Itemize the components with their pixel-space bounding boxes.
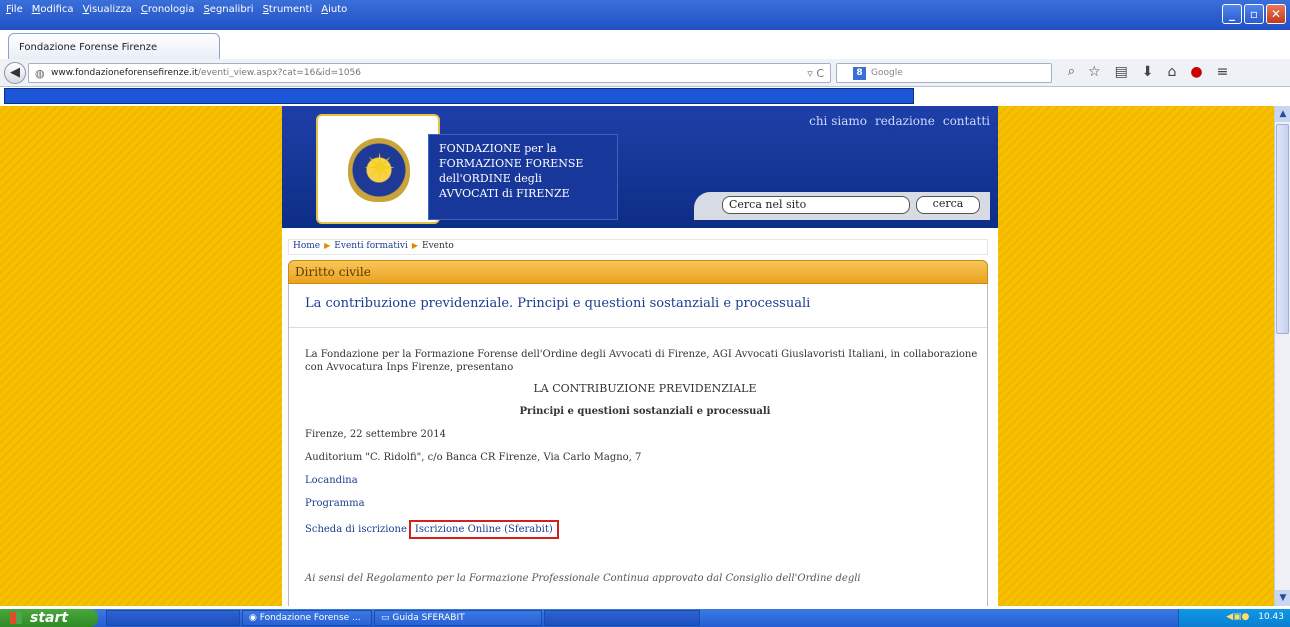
firefox-icon: ◉ (249, 613, 260, 623)
magnifier-icon[interactable]: ⌕ (1068, 64, 1075, 79)
foundation-name: FONDAZIONE per la FORMAZIONE FORENSE del… (428, 134, 618, 220)
event-body: La Fondazione per la Formazione Forense … (305, 348, 985, 549)
url-text: www.fondazioneforensefirenze.it/eventi_v… (51, 68, 362, 78)
start-label: start (30, 610, 69, 626)
taskbar: start ◉ Fondazione Forense ... ▭ Guida S… (0, 609, 1290, 627)
home-icon[interactable]: ⌂ (1168, 64, 1177, 80)
event-title: La contribuzione previdenziale. Principi… (305, 296, 811, 311)
adblock-icon[interactable]: ● (1190, 64, 1202, 80)
google-icon: 8 (853, 67, 866, 80)
windows-flag-icon (10, 612, 22, 624)
reload-icon[interactable]: ▿ C (807, 67, 824, 80)
window-controls: _ ▫ ✕ (1222, 4, 1286, 24)
site-search-input[interactable]: Cerca nel sito (722, 196, 910, 214)
nav-contatti[interactable]: contatti (943, 114, 990, 128)
scroll-up-icon[interactable]: ▲ (1275, 106, 1290, 122)
scroll-thumb[interactable] (1276, 124, 1289, 334)
regulation-note: Ai sensi del Regolamento per la Formazio… (305, 573, 861, 584)
search-engine-bar[interactable]: 8 Google ⌕ (836, 63, 1075, 83)
toolbar-icons: ☆ ▤ ⬇ ⌂ ● ≡ (1088, 64, 1228, 80)
signup-row: Scheda di iscrizione Iscrizione Online (… (305, 520, 985, 539)
taskbar-blank-item[interactable] (106, 610, 240, 626)
menu-file[interactable]: File (6, 4, 23, 15)
name-line: AVVOCATI di FIRENZE (439, 187, 570, 200)
breadcrumb-current: Evento (422, 241, 454, 251)
scheda-iscrizione-link[interactable]: Scheda di iscrizione (305, 523, 407, 536)
menu-cronologia[interactable]: Cronologia (141, 4, 195, 15)
event-venue: Auditorium "C. Ridolfi", c/o Banca CR Fi… (305, 452, 642, 463)
minimize-button[interactable]: _ (1222, 4, 1242, 24)
taskbar-blank-item[interactable] (544, 610, 700, 626)
bookmarks-strip (4, 88, 914, 104)
vertical-scrollbar[interactable]: ▲ ▼ (1274, 106, 1290, 606)
taskbar-item-guida[interactable]: ▭ Guida SFERABIT (374, 610, 542, 626)
menu-strumenti[interactable]: Strumenti (263, 4, 313, 15)
name-line: FORMAZIONE FORENSE (439, 157, 584, 170)
site-search: Cerca nel sito cerca (694, 192, 990, 220)
locandina-link[interactable]: Locandina (305, 474, 985, 487)
url-bar[interactable]: ◍ www.fondazioneforensefirenze.it/eventi… (28, 63, 831, 83)
scroll-down-icon[interactable]: ▼ (1275, 590, 1290, 606)
event-date: Firenze, 22 settembre 2014 (305, 429, 446, 440)
breadcrumb-eventi[interactable]: Eventi formativi (334, 241, 408, 253)
start-button[interactable]: start (0, 609, 98, 627)
menu-aiuto[interactable]: Aiuto (321, 4, 347, 15)
breadcrumb-home[interactable]: Home (293, 241, 320, 253)
search-engine-label: Google (871, 68, 903, 78)
site-logo[interactable]: ✴ (316, 114, 440, 224)
menu-modifica[interactable]: Modifica (32, 4, 74, 15)
event-intro: La Fondazione per la Formazione Forense … (305, 349, 978, 373)
system-tray: ◀▣● 10.43 (1178, 609, 1290, 627)
page-viewport: ✴ FONDAZIONE per la FORMAZIONE FORENSE d… (0, 106, 1290, 606)
breadcrumb: Home ▶ Eventi formativi ▶ Evento (288, 239, 988, 255)
clock: 10.43 (1258, 612, 1284, 622)
tray-icons[interactable]: ◀▣● (1226, 612, 1249, 622)
event-subheading: Principi e questioni sostanziali e proce… (519, 406, 771, 417)
breadcrumb-arrow-icon: ▶ (411, 241, 418, 250)
nav-chi-siamo[interactable]: chi siamo (809, 114, 867, 128)
menu-visualizza[interactable]: Visualizza (83, 4, 132, 15)
site-header: ✴ FONDAZIONE per la FORMAZIONE FORENSE d… (282, 106, 998, 228)
tab-title: Fondazione Forense Firenze (19, 42, 158, 53)
back-arrow-icon[interactable]: ◀ (4, 62, 26, 84)
menu-items: File Modifica Visualizza Cronologia Segn… (6, 4, 347, 15)
browser-tab[interactable]: Fondazione Forense Firenze (8, 33, 220, 59)
divider (289, 327, 987, 328)
download-icon[interactable]: ⬇ (1142, 64, 1154, 80)
bookmark-star-icon[interactable]: ☆ (1088, 64, 1101, 80)
reading-list-icon[interactable]: ▤ (1115, 64, 1128, 80)
taskbar-item-firefox[interactable]: ◉ Fondazione Forense ... (242, 610, 372, 626)
menu-bar: File Modifica Visualizza Cronologia Segn… (0, 0, 1290, 30)
folder-icon: ▭ (381, 613, 393, 623)
category-label: Diritto civile (295, 265, 371, 279)
breadcrumb-arrow-icon: ▶ (324, 241, 331, 250)
top-nav: chi siamo redazione contatti (809, 114, 990, 128)
compass-star-icon: ✴ (363, 146, 397, 192)
event-heading: LA CONTRIBUZIONE PREVIDENZIALE (533, 382, 757, 395)
site-search-button[interactable]: cerca (916, 196, 980, 214)
navigation-bar: ◀ ◍ www.fondazioneforensefirenze.it/even… (0, 59, 1290, 87)
maximize-button[interactable]: ▫ (1244, 4, 1264, 24)
site-container: ✴ FONDAZIONE per la FORMAZIONE FORENSE d… (282, 106, 998, 606)
programma-link[interactable]: Programma (305, 497, 985, 510)
menu-icon[interactable]: ≡ (1217, 64, 1229, 80)
new-tab-icon[interactable]: + (224, 36, 237, 55)
menu-segnalibri[interactable]: Segnalibri (203, 4, 253, 15)
globe-icon: ◍ (35, 67, 45, 80)
close-button[interactable]: ✕ (1266, 4, 1286, 24)
iscrizione-online-link[interactable]: Iscrizione Online (Sferabit) (408, 520, 559, 539)
event-content: La contribuzione previdenziale. Principi… (288, 284, 988, 606)
category-bar: Diritto civile (288, 260, 988, 284)
name-line: dell'ORDINE degli (439, 172, 542, 185)
nav-redazione[interactable]: redazione (875, 114, 935, 128)
name-line: FONDAZIONE per la (439, 142, 557, 155)
